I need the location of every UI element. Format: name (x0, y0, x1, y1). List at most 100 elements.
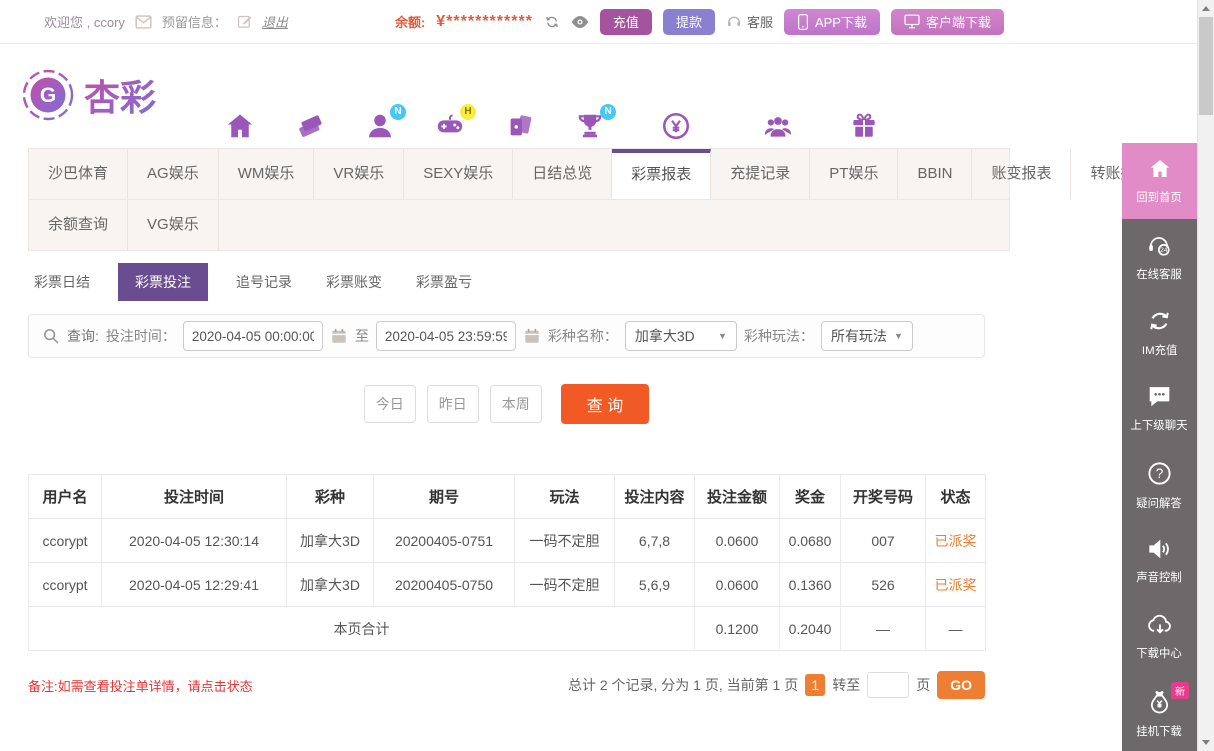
cell-issue: 20200405-0750 (374, 563, 515, 607)
tab-account-change-report[interactable]: 账变报表 (972, 149, 1071, 199)
end-time-input[interactable] (376, 321, 516, 351)
pagination-summary: 总计 2 个记录, 分为 1 页, 当前第 1 页 (568, 675, 798, 695)
sidebar-item-online-service[interactable]: 24 在线客服 (1122, 219, 1197, 295)
sidebar-item-label: 声音控制 (1137, 568, 1183, 584)
table-total-row: 本页合计 0.1200 0.2040 — — (29, 607, 986, 651)
go-button[interactable]: GO (937, 671, 985, 699)
col-status: 状态 (926, 475, 986, 519)
report-tabs: 沙巴体育 AG娱乐 WM娱乐 VR娱乐 SEXY娱乐 日结总览 彩票报表 充提记… (28, 148, 1010, 251)
app-download-button[interactable]: APP下载 (784, 9, 880, 35)
calendar-icon[interactable] (523, 327, 541, 345)
sidebar-item-chat[interactable]: 上下级聊天 (1122, 371, 1197, 447)
client-download-button[interactable]: 客户端下载 (891, 9, 1004, 35)
tabs-row-1: 沙巴体育 AG娱乐 WM娱乐 VR娱乐 SEXY娱乐 日结总览 彩票报表 充提记… (29, 149, 1009, 199)
cell-lottery: 加拿大3D (287, 519, 374, 563)
table-row: ccorypt 2020-04-05 12:30:14 加拿大3D 202004… (29, 519, 986, 563)
subtab-lottery-bets[interactable]: 彩票投注 (118, 263, 208, 301)
yesterday-button[interactable]: 昨日 (427, 385, 479, 423)
customer-service-link[interactable]: 客服 (726, 12, 773, 31)
sidebar-item-label: 上下级聊天 (1131, 416, 1188, 432)
cell-prize: 0.0680 (780, 519, 841, 563)
today-button[interactable]: 今日 (364, 385, 416, 423)
col-bet-time: 投注时间 (102, 475, 287, 519)
edit-icon[interactable] (237, 14, 252, 29)
status-link[interactable]: 已派奖 (926, 563, 986, 607)
page-scrollbar[interactable] (1197, 0, 1214, 751)
lottery-name-select[interactable]: 加拿大3D ▼ (625, 321, 737, 351)
tab-saba-sports[interactable]: 沙巴体育 (29, 149, 128, 199)
tab-vg-entertainment[interactable]: VG娱乐 (128, 200, 219, 250)
query-button[interactable]: 查 询 (561, 384, 649, 424)
total-bet-amount: 0.1200 (695, 607, 780, 651)
logout-link[interactable]: 退出 (262, 12, 288, 31)
cell-play: 一码不定胆 (515, 519, 615, 563)
sidebar-item-label: IM充值 (1142, 341, 1177, 357)
subtab-chase-records[interactable]: 追号记录 (230, 263, 298, 301)
sidebar-item-im-recharge[interactable]: IM充值 (1122, 295, 1197, 371)
logo-emblem-icon: G (20, 67, 76, 123)
home-icon (1147, 157, 1173, 181)
status-link[interactable]: 已派奖 (926, 519, 986, 563)
col-prize: 奖金 (780, 475, 841, 519)
client-download-label: 客户端下载 (926, 12, 991, 31)
sidebar-item-label: 疑问解答 (1137, 494, 1183, 510)
current-page-badge[interactable]: 1 (805, 674, 825, 696)
lottery-name-label: 彩种名称： (548, 326, 618, 346)
col-bet-amount: 投注金额 (695, 475, 780, 519)
subtab-lottery-daily[interactable]: 彩票日结 (28, 263, 96, 301)
scrollbar-thumb[interactable] (1199, 17, 1213, 115)
start-time-input[interactable] (183, 321, 323, 351)
balance-label: 余额: (395, 12, 425, 31)
cloud-download-icon (1146, 613, 1174, 637)
col-lottery: 彩种 (287, 475, 374, 519)
cell-bet-content: 5,6,9 (615, 563, 695, 607)
right-sidebar: 回到首页 24 在线客服 IM充值 上下级聊天 ? 疑问解答 声音控制 (1122, 143, 1197, 751)
tab-ag-entertainment[interactable]: AG娱乐 (128, 149, 219, 199)
play-type-value: 所有玩法 (831, 326, 887, 346)
play-type-select[interactable]: 所有玩法 ▼ (821, 321, 913, 351)
tab-lottery-report[interactable]: 彩票报表 (612, 149, 711, 199)
scroll-up-arrow[interactable] (1198, 0, 1214, 17)
sidebar-item-download-center[interactable]: 下载中心 (1122, 599, 1197, 675)
total-draw-number: — (841, 607, 926, 651)
cell-bet-amount: 0.0600 (695, 563, 780, 607)
tab-pt-entertainment[interactable]: PT娱乐 (810, 149, 898, 199)
withdraw-button[interactable]: 提款 (663, 9, 715, 35)
tab-sexy-entertainment[interactable]: SEXY娱乐 (404, 149, 513, 199)
this-week-button[interactable]: 本周 (490, 385, 542, 423)
tab-wm-entertainment[interactable]: WM娱乐 (219, 149, 315, 199)
site-logo[interactable]: G 杏彩 (20, 67, 156, 123)
scroll-down-arrow[interactable] (1198, 734, 1214, 751)
phone-icon (797, 14, 809, 30)
cell-prize: 0.1360 (780, 563, 841, 607)
goto-page-input[interactable] (867, 672, 909, 698)
sidebar-item-back-home[interactable]: 回到首页 (1122, 143, 1197, 219)
eye-icon[interactable] (571, 15, 589, 29)
cell-username: ccorypt (29, 519, 102, 563)
cell-lottery: 加拿大3D (287, 563, 374, 607)
sidebar-item-hangup-download[interactable]: 挂机下载 新 (1122, 675, 1197, 751)
sidebar-new-badge: 新 (1171, 682, 1189, 699)
sidebar-item-label: 回到首页 (1137, 188, 1183, 204)
tab-daily-summary[interactable]: 日结总览 (513, 149, 612, 199)
cell-bet-time: 2020-04-05 12:30:14 (102, 519, 287, 563)
cell-username: ccorypt (29, 563, 102, 607)
tab-balance-query[interactable]: 余额查询 (29, 200, 128, 250)
goto-label: 转至 (832, 675, 860, 695)
cell-bet-time: 2020-04-05 12:29:41 (102, 563, 287, 607)
coin-icon (661, 111, 691, 141)
mail-icon[interactable] (135, 15, 152, 29)
sidebar-item-sound-control[interactable]: 声音控制 (1122, 523, 1197, 599)
subtab-lottery-profit-loss[interactable]: 彩票盈亏 (410, 263, 478, 301)
tab-bbin[interactable]: BBIN (898, 149, 972, 199)
tab-deposit-withdraw-records[interactable]: 充提记录 (711, 149, 810, 199)
calendar-icon[interactable] (330, 327, 348, 345)
col-username: 用户名 (29, 475, 102, 519)
gift-icon (849, 111, 879, 141)
subtab-lottery-account-change[interactable]: 彩票账变 (320, 263, 388, 301)
cell-draw-number: 526 (841, 563, 926, 607)
sidebar-item-faq[interactable]: ? 疑问解答 (1122, 447, 1197, 523)
recharge-button[interactable]: 充值 (600, 9, 652, 35)
tab-vr-entertainment[interactable]: VR娱乐 (314, 149, 404, 199)
refresh-balance-icon[interactable] (544, 14, 560, 30)
